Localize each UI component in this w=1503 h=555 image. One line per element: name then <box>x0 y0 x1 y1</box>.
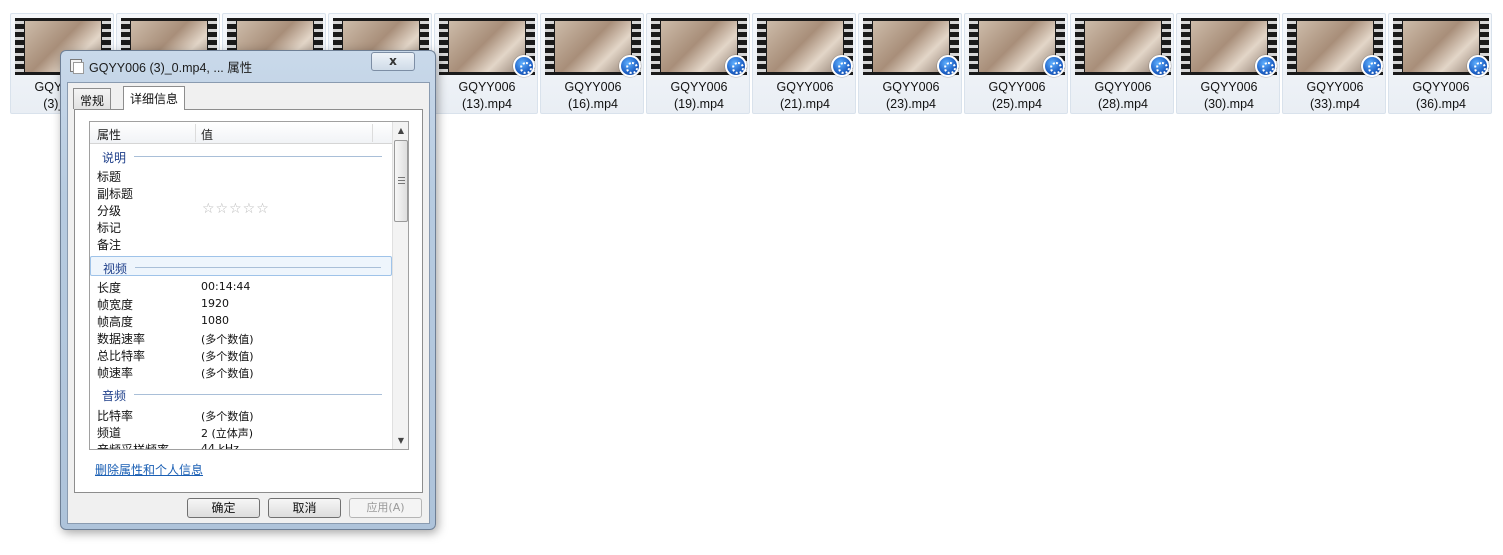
vertical-scrollbar[interactable]: ▲ ▼ <box>392 122 408 449</box>
column-header-property[interactable]: 属性 <box>97 126 121 143</box>
apply-button[interactable]: 应用(A) <box>349 498 422 518</box>
scroll-down-icon[interactable]: ▼ <box>393 432 408 449</box>
media-player-icon <box>831 55 853 77</box>
list-item[interactable]: 分级 ☆☆☆☆☆ <box>90 201 392 218</box>
video-thumbnail[interactable]: GQYY006 (30).mp4 <box>1176 13 1280 114</box>
dialog-titlebar[interactable]: GQYY006 (3)_0.mp4, ... 属性 x <box>61 51 435 79</box>
list-item[interactable]: 备注 <box>90 235 392 252</box>
list-item[interactable]: 标题 <box>90 167 392 184</box>
file-name: GQYY006 (36).mp4 <box>1412 80 1470 111</box>
group-label: 视频 <box>103 262 128 276</box>
file-name: GQYY006 (21).mp4 <box>776 80 834 111</box>
media-player-icon <box>1043 55 1065 77</box>
media-player-icon <box>1361 55 1383 77</box>
close-button[interactable]: x <box>371 52 415 71</box>
group-label: 说明 <box>102 151 127 165</box>
video-thumbnail[interactable]: GQYY006 (21).mp4 <box>752 13 856 114</box>
group-description[interactable]: 说明 <box>90 146 392 166</box>
dialog-client: 常规 详细信息 属性 值 说明 标题 副标题 分级 ☆☆☆☆☆ 标记 备注 视频… <box>67 82 430 524</box>
list-item[interactable]: 比特率 (多个数值) <box>90 406 392 423</box>
video-thumbnail[interactable]: GQYY006 (28).mp4 <box>1070 13 1174 114</box>
media-player-icon <box>619 55 641 77</box>
media-player-icon <box>725 55 747 77</box>
list-header: 属性 值 <box>90 122 392 144</box>
tab-general[interactable]: 常规 <box>73 88 112 109</box>
file-name: GQYY006 (33).mp4 <box>1306 80 1364 111</box>
properties-list[interactable]: 属性 值 说明 标题 副标题 分级 ☆☆☆☆☆ 标记 备注 视频 长度 00:1… <box>89 121 409 450</box>
list-item[interactable]: 音频采样频率 44 kHz <box>90 440 392 449</box>
video-thumbnail[interactable]: GQYY006 (19).mp4 <box>646 13 750 114</box>
list-item[interactable]: 帧宽度 1920 <box>90 295 392 312</box>
properties-dialog: GQYY006 (3)_0.mp4, ... 属性 x 常规 详细信息 属性 值… <box>60 50 436 530</box>
video-thumbnail[interactable]: GQYY006 (23).mp4 <box>858 13 962 114</box>
tab-details[interactable]: 详细信息 <box>123 86 186 110</box>
media-player-icon <box>513 55 535 77</box>
video-thumbnail[interactable]: GQYY006 (33).mp4 <box>1282 13 1386 114</box>
group-audio[interactable]: 音频 <box>90 384 392 404</box>
media-player-icon <box>1467 55 1489 77</box>
list-item[interactable]: 帧速率 (多个数值) <box>90 363 392 380</box>
file-name: GQYY006 (13).mp4 <box>458 80 516 111</box>
scroll-up-icon[interactable]: ▲ <box>393 122 408 139</box>
media-player-icon <box>1149 55 1171 77</box>
file-name: GQYY006 (16).mp4 <box>564 80 622 111</box>
list-item[interactable]: 总比特率 (多个数值) <box>90 346 392 363</box>
video-thumbnail[interactable]: GQYY006 (25).mp4 <box>964 13 1068 114</box>
cancel-button[interactable]: 取消 <box>268 498 341 518</box>
video-thumbnail[interactable]: GQYY006 (16).mp4 <box>540 13 644 114</box>
media-player-icon <box>1255 55 1277 77</box>
group-video[interactable]: 视频 <box>90 256 392 276</box>
list-item[interactable]: 副标题 <box>90 184 392 201</box>
dialog-title: GQYY006 (3)_0.mp4, ... 属性 <box>89 61 253 75</box>
column-header-value[interactable]: 值 <box>201 126 213 143</box>
file-properties-icon <box>70 59 84 74</box>
scrollbar-thumb[interactable] <box>394 140 408 222</box>
list-item[interactable]: 频道 2 (立体声) <box>90 423 392 440</box>
video-thumbnail[interactable]: GQYY006 (36).mp4 <box>1388 13 1492 114</box>
list-item[interactable]: 标记 <box>90 218 392 235</box>
media-player-icon <box>937 55 959 77</box>
file-name: GQYY006 (23).mp4 <box>882 80 940 111</box>
file-name: GQYY006 (28).mp4 <box>1094 80 1152 111</box>
list-item[interactable]: 数据速率 (多个数值) <box>90 329 392 346</box>
file-name: GQYY006 (19).mp4 <box>670 80 728 111</box>
details-panel: 属性 值 说明 标题 副标题 分级 ☆☆☆☆☆ 标记 备注 视频 长度 00:1… <box>74 109 423 493</box>
group-label: 音频 <box>102 389 127 403</box>
file-name: GQYY006 (30).mp4 <box>1200 80 1258 111</box>
list-item[interactable]: 长度 00:14:44 <box>90 278 392 295</box>
video-thumbnail[interactable]: GQYY006 (13).mp4 <box>434 13 538 114</box>
list-item[interactable]: 帧高度 1080 <box>90 312 392 329</box>
file-name: GQYY006 (25).mp4 <box>988 80 1046 111</box>
ok-button[interactable]: 确定 <box>187 498 260 518</box>
list-body: 说明 标题 副标题 分级 ☆☆☆☆☆ 标记 备注 视频 长度 00:14:44 帧宽… <box>90 144 392 449</box>
rating-stars-icon[interactable]: ☆☆☆☆☆ <box>202 201 270 217</box>
remove-properties-link[interactable]: 删除属性和个人信息 <box>95 461 203 478</box>
